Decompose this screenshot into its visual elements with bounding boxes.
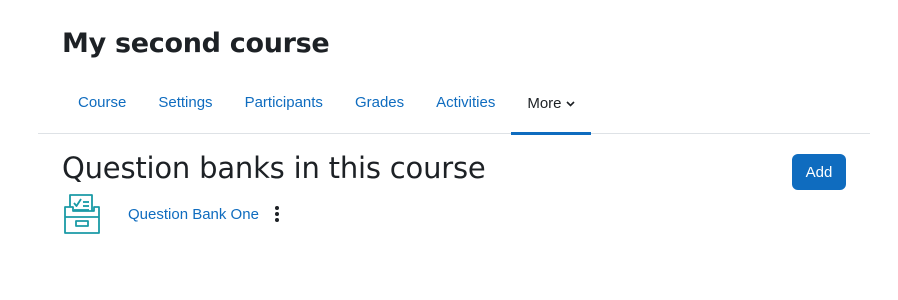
tab-settings-label: Settings: [158, 94, 213, 111]
tab-grades-label: Grades: [354, 94, 405, 111]
tab-more[interactable]: More: [511, 84, 591, 135]
tab-settings[interactable]: Settings: [142, 84, 228, 134]
tab-participants-label: Participants: [244, 94, 323, 111]
question-bank-icon: [64, 194, 100, 234]
chevron-down-icon: [565, 84, 575, 122]
course-title: My second course: [62, 28, 330, 59]
course-secondary-nav: Course Settings Participants Grades Acti…: [38, 84, 870, 135]
tab-more-label: More: [527, 95, 562, 112]
tab-activities-label: Activities: [436, 94, 496, 111]
tab-participants[interactable]: Participants: [229, 84, 339, 134]
tab-activities[interactable]: Activities: [420, 84, 511, 134]
kebab-menu-icon[interactable]: [273, 205, 281, 223]
add-button[interactable]: Add: [792, 154, 846, 190]
list-item: Question Bank One: [62, 192, 281, 236]
tab-course[interactable]: Course: [62, 84, 142, 134]
page-heading: Question banks in this course: [62, 151, 486, 185]
tab-course-label: Course: [78, 94, 127, 111]
tab-grades[interactable]: Grades: [339, 84, 420, 134]
question-bank-link[interactable]: Question Bank One: [128, 206, 259, 223]
nav-tabs: Course Settings Participants Grades Acti…: [62, 84, 591, 135]
